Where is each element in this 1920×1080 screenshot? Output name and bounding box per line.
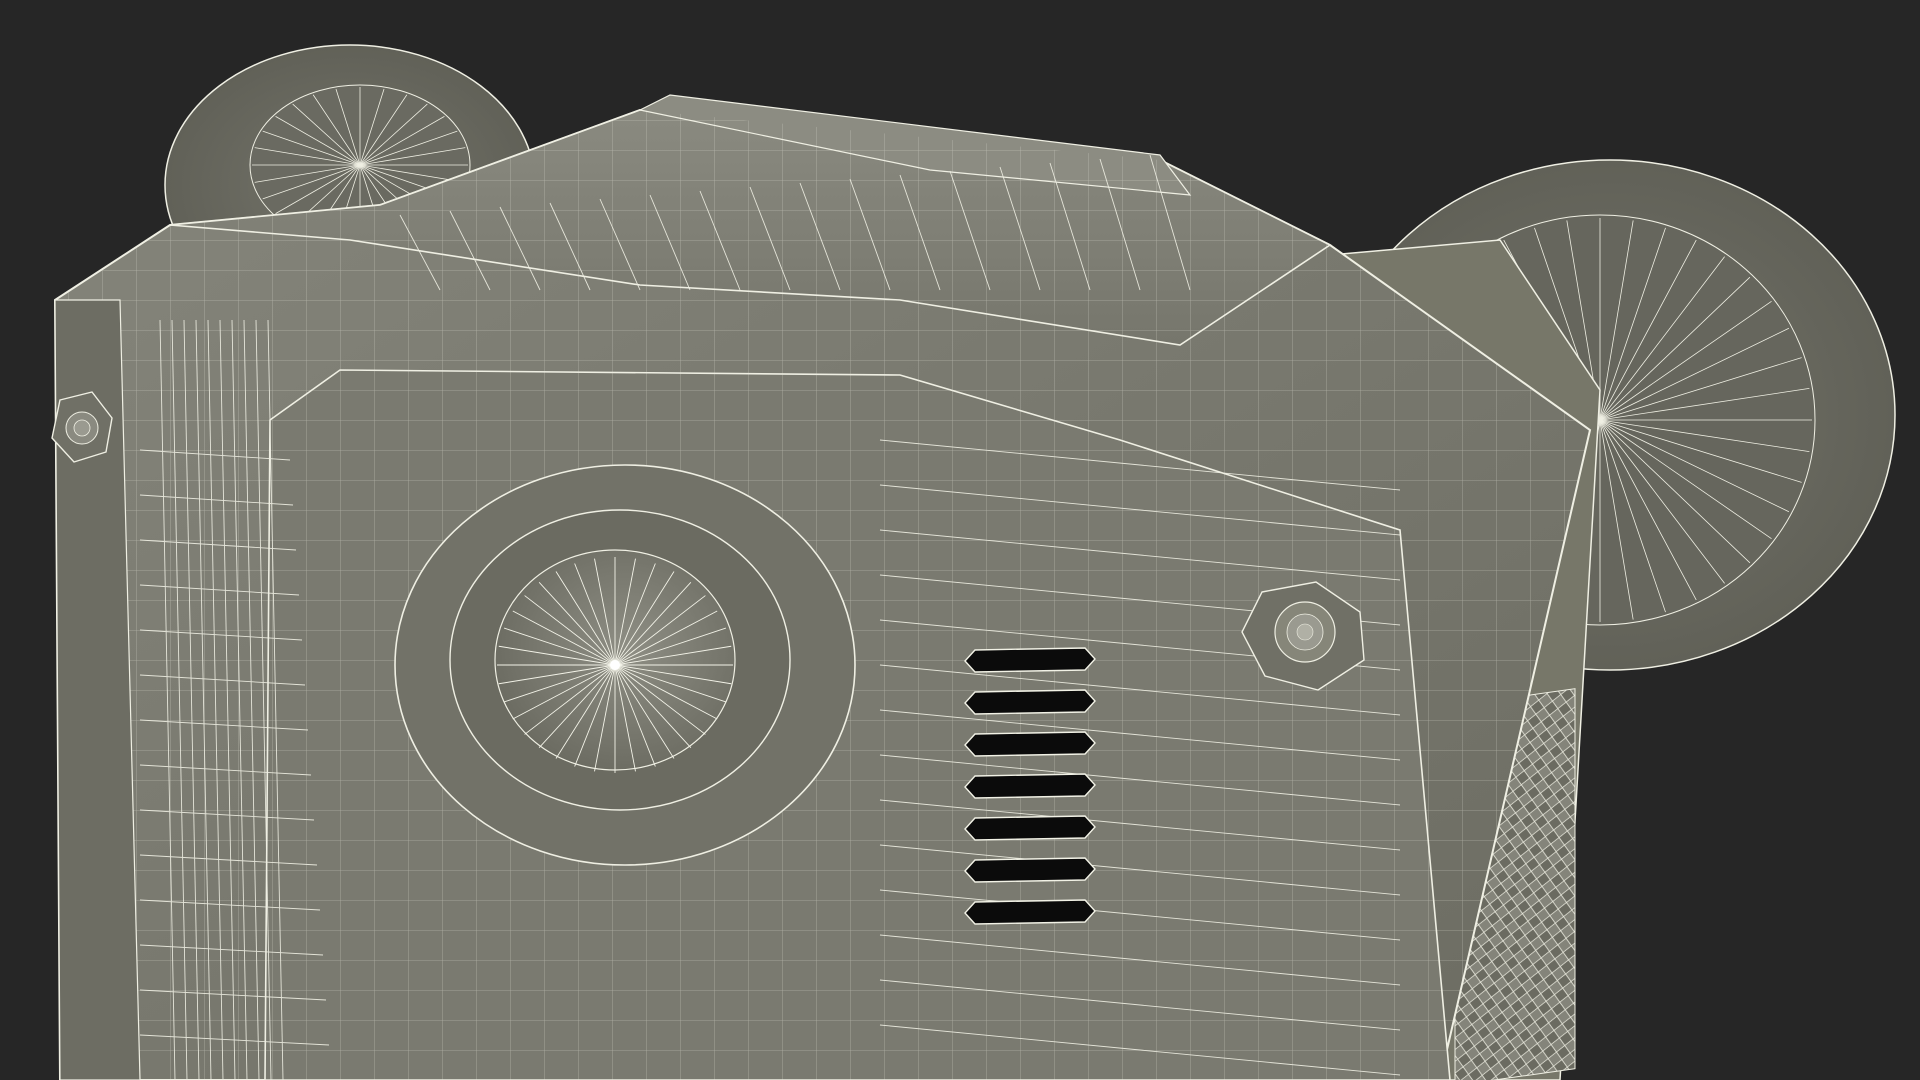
vent-slot bbox=[964, 731, 1096, 757]
vent-slot bbox=[964, 647, 1096, 673]
vent-slot bbox=[964, 689, 1096, 715]
vent-slot bbox=[964, 857, 1096, 883]
vent-slot bbox=[964, 815, 1096, 841]
fan-lens bbox=[394, 464, 856, 866]
render-viewport bbox=[0, 0, 1920, 1080]
vent-slot bbox=[964, 899, 1096, 925]
fan-hub bbox=[610, 660, 620, 670]
vent-slot bbox=[964, 773, 1096, 799]
wireframe-render bbox=[51, 44, 1896, 1080]
